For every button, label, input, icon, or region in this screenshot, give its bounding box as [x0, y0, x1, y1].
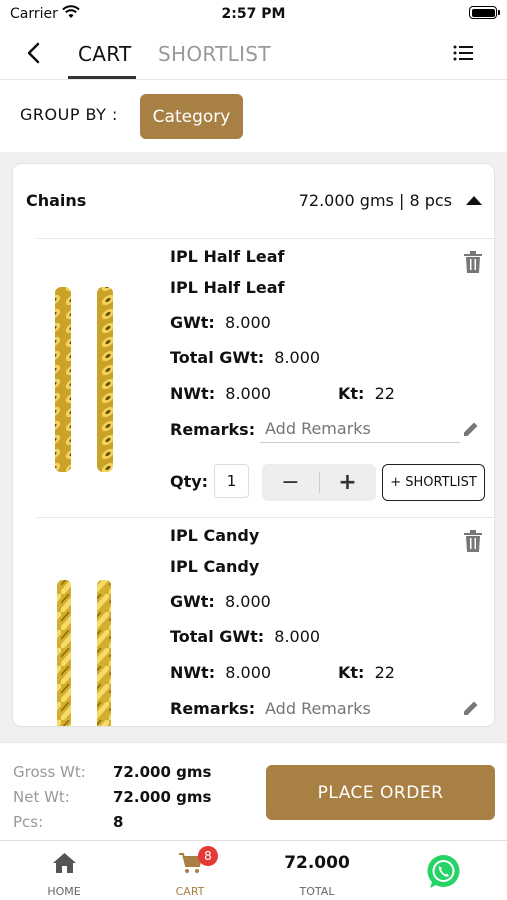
edit-icon[interactable] [462, 420, 480, 438]
item-subname: IPL Half Leaf [170, 278, 285, 297]
gross-wt-label: Gross Wt: [13, 763, 86, 781]
home-icon [53, 853, 76, 873]
kt-value: 22 [374, 384, 395, 403]
edit-icon[interactable] [462, 699, 480, 717]
qty-input[interactable]: 1 [214, 464, 249, 498]
clock-time: 2:57 PM [221, 6, 286, 22]
place-order-button[interactable]: PLACE ORDER [266, 765, 495, 820]
cart-item: IPL Candy IPL Candy GWt: 8.000 Total GWt… [37, 517, 494, 726]
nwt-label: NWt: [170, 663, 216, 682]
nav-whatsapp[interactable] [393, 841, 493, 900]
item-name: IPL Candy [170, 526, 260, 545]
tab-cart[interactable]: CART [78, 42, 132, 66]
kt-label: Kt: [338, 384, 365, 403]
nav-total: 72.000 TOTAL [267, 841, 367, 900]
trash-icon[interactable] [464, 530, 482, 552]
qty-label: Qty: [170, 472, 209, 491]
cart-badge: 8 [198, 846, 218, 866]
gwt-value: 8.000 [225, 592, 271, 611]
net-wt-label: Net Wt: [13, 788, 70, 806]
nav-home[interactable]: HOME [14, 841, 114, 900]
whatsapp-icon [427, 855, 460, 888]
increment-button[interactable]: + [319, 464, 376, 501]
group-by-label: GROUP BY : [20, 105, 118, 124]
kt-value: 22 [374, 663, 395, 682]
active-tab-indicator [68, 76, 136, 79]
gwt-value: 8.000 [225, 313, 271, 332]
group-title: Chains [26, 191, 87, 210]
total-gwt-value: 8.000 [274, 348, 321, 367]
bottom-nav: HOME 8 CART 72.000 TOTAL [0, 840, 507, 900]
cart-content[interactable]: Chains 72.000 gms | 8 pcs IPL Half Leaf [0, 152, 507, 742]
group-summary: 72.000 gms | 8 pcs [298, 191, 452, 210]
item-name: IPL Half Leaf [170, 247, 285, 266]
nav-cart-label: CART [175, 885, 205, 898]
gwt-label: GWt: [170, 592, 215, 611]
back-icon[interactable] [22, 40, 48, 66]
top-nav: CART SHORTLIST [0, 30, 507, 80]
total-gwt-label: Total GWt: [170, 348, 265, 367]
item-subname: IPL Candy [170, 557, 260, 576]
remarks-input[interactable] [260, 415, 460, 443]
category-button[interactable]: Category [140, 94, 243, 139]
order-summary: Gross Wt: 72.000 gms Net Wt: 72.000 gms Pc… [0, 742, 507, 840]
menu-icon[interactable] [453, 44, 475, 62]
gross-wt-value: 72.000 gms [113, 763, 212, 781]
remarks-input[interactable] [260, 694, 460, 722]
pcs-value: 8 [113, 813, 124, 831]
tab-shortlist[interactable]: SHORTLIST [158, 42, 271, 66]
total-gwt-label: Total GWt: [170, 627, 265, 646]
total-gwt-value: 8.000 [274, 627, 321, 646]
kt-label: Kt: [338, 663, 365, 682]
remarks-label: Remarks: [170, 420, 256, 439]
group-card: Chains 72.000 gms | 8 pcs IPL Half Leaf [13, 164, 494, 726]
product-image [55, 287, 113, 472]
product-image [57, 580, 111, 726]
battery-icon [469, 6, 500, 19]
caret-up-icon[interactable] [466, 196, 482, 205]
net-wt-value: 72.000 gms [113, 788, 212, 806]
nav-total-label: TOTAL [299, 885, 335, 898]
cart-item: IPL Half Leaf IPL Half Leaf GWt: 8.000 T… [37, 238, 494, 517]
nav-home-label: HOME [47, 885, 81, 898]
qty-value: 1 [226, 472, 237, 490]
group-by-bar: GROUP BY : Category [0, 80, 507, 152]
group-header[interactable]: Chains 72.000 gms | 8 pcs [13, 164, 494, 238]
nwt-label: NWt: [170, 384, 216, 403]
nwt-value: 8.000 [225, 663, 272, 682]
quantity-stepper: − + [262, 464, 376, 501]
trash-icon[interactable] [464, 251, 482, 273]
nav-cart[interactable]: 8 CART [140, 841, 240, 900]
nwt-value: 8.000 [225, 384, 272, 403]
gwt-label: GWt: [170, 313, 215, 332]
decrement-button[interactable]: − [262, 464, 319, 501]
pcs-label: Pcs: [13, 813, 44, 831]
total-value: 72.000 [284, 853, 350, 873]
status-bar: Carrier 2:57 PM [0, 0, 507, 30]
remarks-label: Remarks: [170, 699, 256, 718]
add-shortlist-button[interactable]: + SHORTLIST [382, 464, 485, 501]
